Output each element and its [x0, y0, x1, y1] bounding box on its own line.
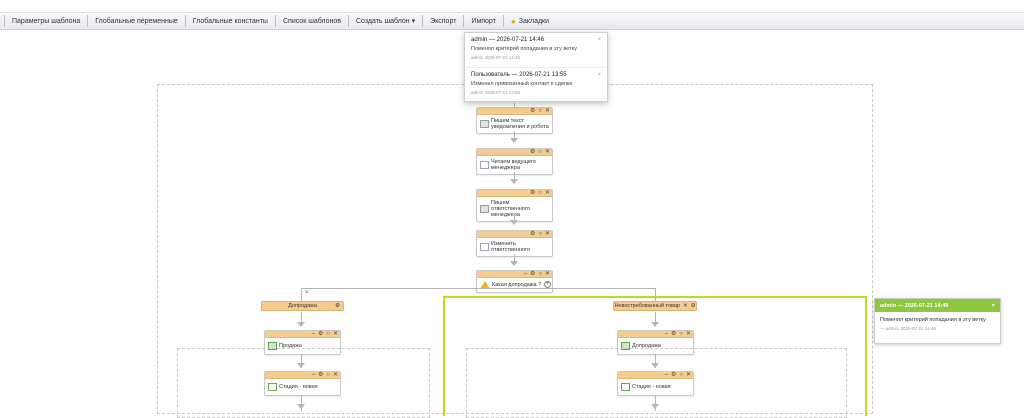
activity-header: – ⚙ ○ ✕	[618, 331, 693, 338]
activity-title: Изменить ответственного	[491, 241, 530, 253]
activity-header: – ⚙ ○ ✕	[265, 372, 340, 379]
import-button[interactable]: Импорт	[463, 15, 502, 27]
activity-title: Читаем ведущего менеджера	[491, 159, 536, 171]
activity-header: ⚙ ○ ✕	[477, 190, 552, 197]
close-icon[interactable]: ×	[597, 37, 601, 43]
activity-change-responsible[interactable]: ⚙ ○ ✕ Изменить ответственного	[476, 230, 553, 257]
bookmark-note[interactable]: admin — 2026-07-21 14:46 Поменял критери…	[465, 33, 607, 68]
arrow-down-icon	[651, 322, 659, 327]
activity-header: – ⚙ ○ ✕	[265, 331, 340, 338]
activity-stage-new-left[interactable]: – ⚙ ○ ✕ Стадия - новая	[264, 371, 341, 396]
bookmarks-button[interactable]: ● Закладки	[502, 15, 556, 27]
branch-label-upsell[interactable]: Допродажа ⚙	[261, 301, 344, 311]
template-params-button[interactable]: Параметры шаблона	[4, 15, 87, 27]
branch-label-unclaimed[interactable]: Невостребованный товар ✕ ⚙	[613, 301, 697, 311]
activity-header: – ⚙ ○ ✕	[618, 372, 693, 379]
export-button[interactable]: Экспорт	[422, 15, 463, 27]
activity-title: Пишем текст уведомления и робота	[491, 118, 549, 130]
arrow-down-icon	[297, 322, 305, 327]
bookmark-dot-icon: ●	[510, 16, 516, 26]
gear-icon[interactable]: ⚙	[691, 303, 696, 309]
template-list-button[interactable]: Список шаблонов	[274, 15, 348, 27]
branch-title: Невостребованный товар	[614, 303, 680, 309]
create-template-button[interactable]: Создать шаблон ▾	[347, 15, 422, 27]
arrow-down-icon	[297, 404, 305, 409]
gear-icon[interactable]: ⚙	[335, 303, 340, 309]
arrow-down-icon	[510, 179, 518, 184]
activity-read-manager[interactable]: ⚙ ○ ✕ Читаем ведущего менеджера	[476, 148, 553, 175]
document-icon	[480, 243, 489, 251]
arrow-down-icon	[510, 220, 518, 225]
arrow-down-icon	[510, 261, 518, 266]
note-title: Пользователь — 2026-07-21 13:55	[471, 72, 567, 78]
arrow-down-icon	[651, 363, 659, 368]
bookmark-note[interactable]: Пользователь — 2026-07-21 13:55 Изменил …	[465, 68, 607, 103]
arrow-down-icon	[297, 363, 305, 368]
comment-header: admin — 2026-07-21 14:46 ×	[875, 299, 1000, 312]
activity-title: Пишем ответственного менеджера	[491, 200, 530, 218]
close-icon[interactable]: ×	[597, 72, 601, 78]
stage-icon	[268, 383, 277, 391]
arrow-down-icon	[510, 138, 518, 143]
note-text: Изменил привязанный контакт к сделке	[471, 81, 573, 87]
condition-operator: >	[305, 290, 309, 296]
toolbar: Параметры шаблона Глобальные переменные …	[0, 12, 1024, 30]
close-icon[interactable]: ✕	[683, 303, 688, 309]
close-icon[interactable]: ×	[992, 303, 995, 309]
bookmarks-popup: admin — 2026-07-21 14:46 Поменял критери…	[464, 32, 608, 102]
document-icon	[480, 161, 489, 169]
activity-notify[interactable]: ⚙ ○ ✕ Пишем текст уведомления и робота	[476, 107, 553, 134]
comment-note: admin — 2026-07-21 14:46 × Поменял крите…	[874, 298, 1001, 344]
activity-header: ⚙ ○ ✕	[477, 231, 552, 238]
global-consts-button[interactable]: Глобальные константы	[184, 15, 275, 27]
message-icon	[480, 120, 489, 128]
note-meta: admin 2026-07-21 14:46	[471, 55, 521, 60]
comment-title: admin — 2026-07-21 14:46	[880, 302, 949, 309]
activity-header: ⚙ ○ ✕	[477, 108, 552, 115]
arrow-down-icon	[651, 404, 659, 409]
note-title: admin — 2026-07-21 14:46	[471, 37, 545, 43]
activity-stage-new-right[interactable]: – ⚙ ○ ✕ Стадия - новая	[617, 371, 694, 396]
comment-text: Поменял критерий попадания в эту ветку	[880, 317, 986, 323]
activity-header: – ⚙ ○ ✕	[477, 271, 552, 278]
activity-title: Стадия - новая	[279, 384, 318, 390]
comment-meta: — admin, 2026-07-21 14:46	[880, 326, 937, 331]
branch-connector	[301, 288, 656, 289]
bookmarks-label: Закладки	[518, 17, 550, 25]
branch-title: Допродажа	[288, 303, 317, 309]
note-meta: admin 2026-07-21 13:56	[471, 90, 521, 95]
activity-header: ⚙ ○ ✕	[477, 149, 552, 156]
activity-title: Стадия - новая	[632, 384, 671, 390]
note-text: Поменял критерий попадания в эту ветку	[471, 46, 577, 52]
global-vars-button[interactable]: Глобальные переменные	[87, 15, 185, 27]
message-icon	[480, 205, 489, 213]
activity-condition[interactable]: – ⚙ ○ ✕ Какая допродажа ?	[476, 270, 553, 293]
add-branch-icon[interactable]: +	[544, 281, 551, 288]
stage-icon	[621, 383, 630, 391]
